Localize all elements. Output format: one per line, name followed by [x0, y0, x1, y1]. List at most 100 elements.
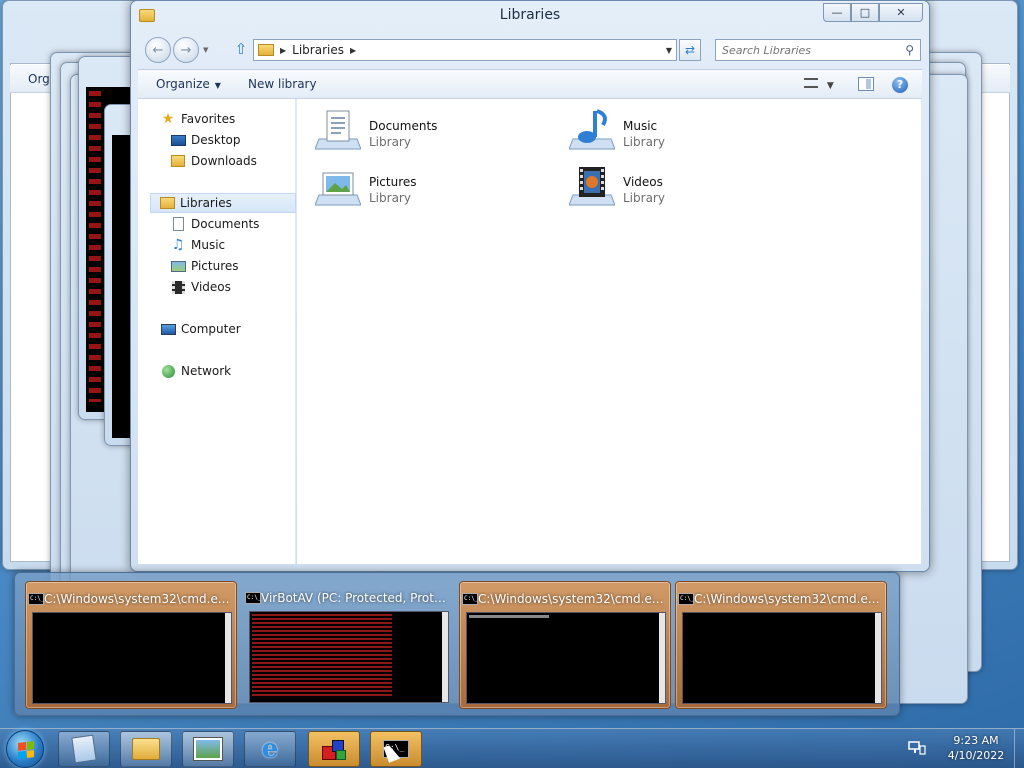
taskbar-internet-explorer[interactable]: e: [244, 731, 296, 767]
cmd-icon: C:\_: [28, 593, 44, 605]
documents-icon: [170, 217, 186, 231]
minimize-icon: —: [831, 6, 843, 19]
library-videos[interactable]: Videos Library: [557, 159, 797, 209]
help-button[interactable]: ?: [892, 77, 908, 93]
command-bar: Organize ▼ New library ▼ ?: [138, 69, 922, 99]
back-button[interactable]: ←: [145, 37, 171, 63]
windows-logo-icon: [18, 741, 34, 759]
nav-network[interactable]: Network: [160, 361, 231, 381]
clock[interactable]: 9:23 AM 4/10/2022: [934, 733, 1018, 763]
star-icon: ★: [161, 111, 175, 127]
thumbnail-title: VirBotAV (PC: Protected, Protec...: [261, 591, 447, 605]
clock-time: 9:23 AM: [953, 734, 999, 747]
nav-libraries[interactable]: Libraries: [150, 193, 296, 213]
close-button[interactable]: ✕: [879, 3, 923, 22]
clock-date: 4/10/2022: [947, 749, 1005, 762]
cmd-icon: C:\_: [462, 593, 478, 605]
chevron-right-icon[interactable]: ▶: [350, 46, 356, 55]
nav-network-label: Network: [181, 364, 232, 378]
nav-videos-label: Videos: [191, 280, 231, 294]
taskbar: e C:\_ 9:23 AM 4/10/2022: [0, 728, 1024, 768]
taskbar-explorer[interactable]: [120, 731, 172, 767]
maximize-icon: □: [859, 6, 871, 19]
thumbnail-title: C:\Windows\system32\cmd.exe...: [694, 592, 880, 606]
address-dropdown-icon[interactable]: ▼: [666, 46, 672, 55]
cmd-icon: C:\_: [678, 593, 694, 605]
nav-desktop[interactable]: Desktop: [170, 130, 241, 150]
library-name: Documents: [369, 119, 438, 133]
library-music[interactable]: Music Library: [557, 103, 797, 153]
thumbnail-preview: [249, 611, 449, 703]
nav-documents[interactable]: Documents: [170, 214, 259, 234]
address-row: ← → ▼ ⇧ ▶ Libraries ▶ ▼ ⇄ ⚲: [139, 37, 921, 63]
nav-music-label: Music: [191, 238, 226, 252]
videos-icon: [170, 280, 186, 294]
nav-pictures[interactable]: Pictures: [170, 256, 239, 276]
nav-computer[interactable]: Computer: [160, 319, 241, 339]
nav-documents-label: Documents: [191, 217, 260, 231]
library-type: Library: [369, 135, 411, 149]
chevron-down-icon: ▼: [826, 81, 834, 91]
network-icon: [160, 364, 176, 378]
nav-downloads[interactable]: Downloads: [170, 151, 257, 171]
forward-arrow-icon: →: [180, 42, 192, 58]
explorer-icon: [132, 738, 160, 760]
thumbnail-cmd-1[interactable]: C:\_ C:\Windows\system32\cmd.exe...: [25, 581, 237, 709]
address-bar[interactable]: ▶ Libraries ▶ ▼: [253, 39, 677, 61]
library-pictures[interactable]: Pictures Library: [303, 159, 543, 209]
change-view-button[interactable]: ▼: [804, 78, 836, 94]
search-box[interactable]: ⚲: [715, 39, 921, 61]
libraries-folder-icon: [159, 196, 175, 210]
search-icon[interactable]: ⚲: [905, 43, 914, 57]
close-icon: ✕: [896, 6, 906, 19]
recent-pages-dropdown[interactable]: ▼: [203, 46, 208, 54]
show-desktop-button[interactable]: [1014, 729, 1024, 768]
up-arrow-icon[interactable]: ⇧: [231, 40, 251, 60]
pictures-icon: [170, 259, 186, 273]
music-icon: ♫: [171, 237, 185, 253]
new-library-button[interactable]: New library: [248, 77, 317, 91]
downloads-folder-icon: [170, 154, 186, 168]
thumbnail-cmd-3[interactable]: C:\_ C:\Windows\system32\cmd.exe...: [675, 581, 887, 709]
nav-favorites[interactable]: ★ Favorites: [160, 109, 236, 129]
libraries-content: Documents Library Music Library Pictures…: [297, 99, 921, 564]
library-documents[interactable]: Documents Library: [303, 103, 543, 153]
start-button[interactable]: [6, 730, 44, 768]
organize-label: Organize: [156, 77, 210, 91]
thumbnail-preview: [466, 612, 666, 704]
chevron-right-icon[interactable]: ▶: [280, 46, 286, 55]
thumbnail-preview: [32, 612, 232, 704]
virbot-icon: [320, 736, 348, 762]
refresh-button[interactable]: ⇄: [679, 39, 701, 61]
taskbar-thumbnail-strip: C:\_ C:\Windows\system32\cmd.exe... C:\_…: [14, 572, 900, 716]
nav-pictures-label: Pictures: [191, 259, 239, 273]
maximize-button[interactable]: □: [851, 3, 879, 22]
thumbnail-virbotav[interactable]: C:\_ VirBotAV (PC: Protected, Protec...: [243, 581, 455, 709]
libraries-window[interactable]: Libraries — □ ✕ ← → ▼ ⇧ ▶ Libraries ▶ ▼ …: [130, 0, 930, 572]
caption-buttons: — □ ✕: [823, 3, 923, 22]
taskbar-virbot[interactable]: [308, 731, 360, 767]
preview-pane-button[interactable]: [858, 77, 874, 91]
nav-videos[interactable]: Videos: [170, 277, 231, 297]
breadcrumb-libraries[interactable]: Libraries: [292, 43, 344, 57]
chevron-down-icon: ▼: [214, 81, 221, 90]
network-status-icon[interactable]: [908, 741, 926, 755]
music-library-icon: [569, 109, 615, 150]
taskbar-photo-viewer[interactable]: [182, 731, 234, 767]
refresh-icon: ⇄: [684, 43, 696, 57]
view-icon: [804, 78, 818, 88]
nav-computer-label: Computer: [181, 322, 241, 336]
thumbnail-cmd-2[interactable]: C:\_ C:\Windows\system32\cmd.exe...: [459, 581, 671, 709]
organize-button[interactable]: Organize ▼: [156, 77, 221, 91]
forward-button[interactable]: →: [173, 37, 199, 63]
system-tray: 9:23 AM 4/10/2022: [908, 729, 1024, 768]
videos-library-icon: [569, 167, 615, 206]
notepad-icon: [71, 734, 97, 764]
library-type: Library: [623, 135, 665, 149]
minimize-button[interactable]: —: [823, 3, 851, 22]
documents-library-icon: [315, 110, 361, 150]
search-input[interactable]: [722, 43, 892, 57]
taskbar-notepad[interactable]: [58, 731, 110, 767]
thumbnail-title: C:\Windows\system32\cmd.exe...: [44, 592, 230, 606]
nav-music[interactable]: ♫ Music: [170, 235, 225, 255]
